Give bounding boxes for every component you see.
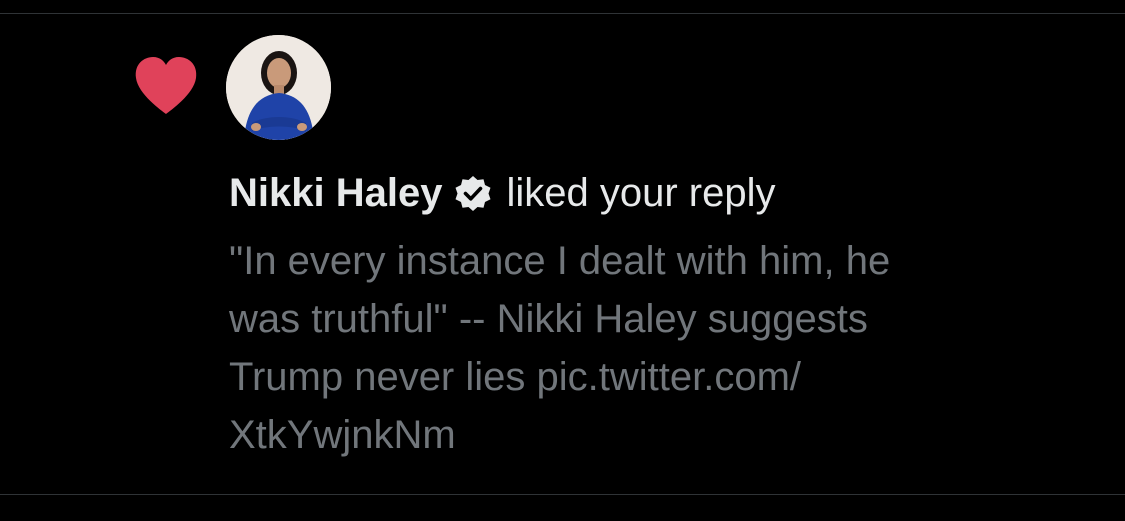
- notification-headline: Nikki Haley liked your reply: [229, 167, 775, 219]
- author-name-link[interactable]: Nikki Haley: [229, 167, 442, 219]
- action-text: liked your reply: [506, 171, 776, 215]
- like-notification[interactable]: Nikki Haley liked your reply "In every i…: [0, 14, 1125, 494]
- tweet-text[interactable]: "In every instance I dealt with him, he …: [229, 232, 1029, 464]
- bottom-divider: [0, 494, 1125, 495]
- heart-icon: [134, 56, 198, 116]
- verified-badge-icon: [454, 174, 492, 212]
- avatar[interactable]: [226, 35, 331, 140]
